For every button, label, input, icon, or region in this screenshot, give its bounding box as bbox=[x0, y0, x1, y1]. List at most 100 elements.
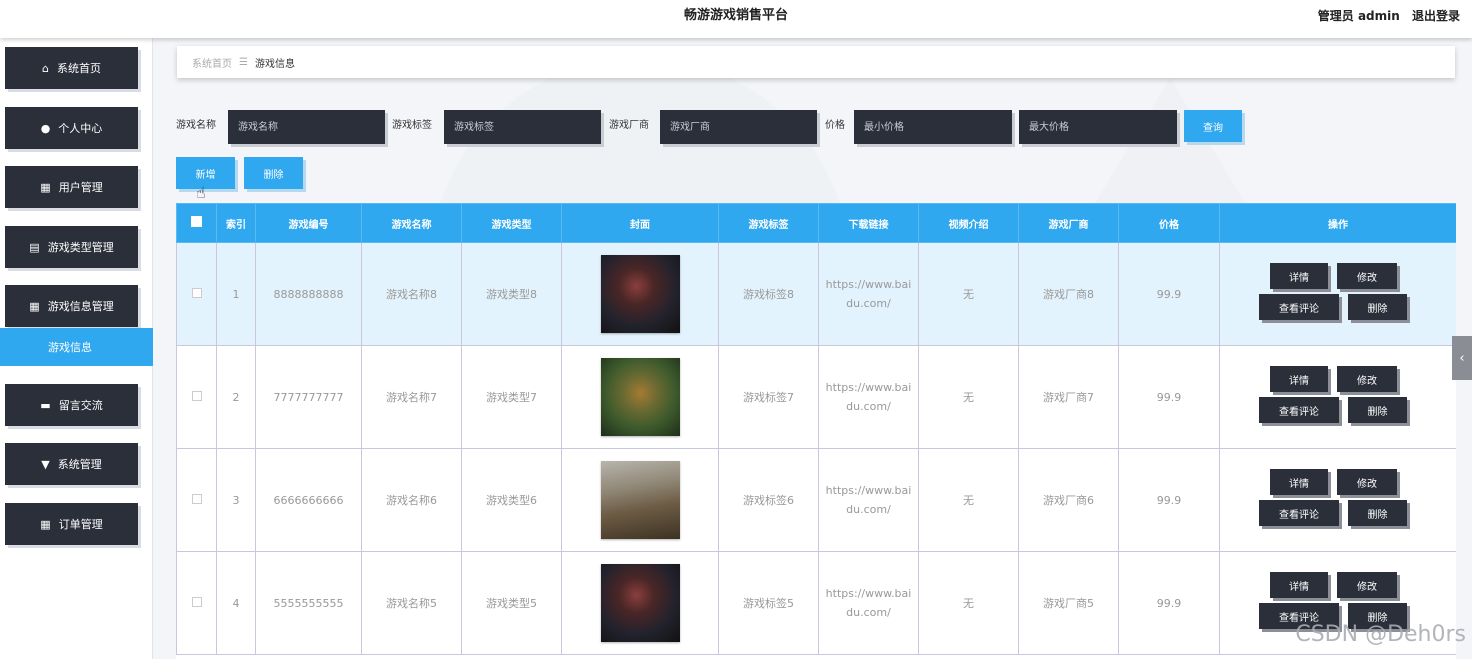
home-icon: ⌂ bbox=[42, 61, 49, 75]
game-tag-input[interactable] bbox=[444, 110, 601, 144]
cover-image bbox=[600, 461, 680, 539]
query-button[interactable]: 查询 bbox=[1184, 110, 1242, 142]
detail-button[interactable]: 详情 bbox=[1270, 263, 1328, 289]
game-code-cell: 6666666666 bbox=[255, 448, 362, 552]
game-name-cell: 游戏名称8 bbox=[361, 242, 462, 346]
main-content: 系统首页 ☰ 游戏信息 游戏名称 游戏标签 游戏厂商 价格 查询 新增 删除 ☝… bbox=[160, 38, 1472, 659]
edit-button[interactable]: 修改 bbox=[1337, 572, 1397, 598]
download-link: https://www.baidu.com/ bbox=[825, 484, 912, 516]
cover-image bbox=[600, 358, 680, 436]
vendor-cell: 游戏厂商5 bbox=[1018, 551, 1119, 655]
row-select-cell bbox=[176, 345, 217, 449]
collapse-tab-icon[interactable]: ‹ bbox=[1452, 336, 1472, 380]
sidebar-item-label: 系统管理 bbox=[57, 458, 102, 471]
table-row[interactable]: 3 6666666666 游戏名称6 游戏类型6 游戏标签6 https://w… bbox=[176, 448, 1456, 552]
row-select-cell bbox=[176, 448, 217, 552]
game-type-cell: 游戏类型5 bbox=[461, 551, 562, 655]
row-checkbox[interactable] bbox=[191, 287, 202, 298]
vendor-cell: 游戏厂商6 bbox=[1018, 448, 1119, 552]
cover-cell bbox=[561, 345, 719, 449]
sidebar-item-home[interactable]: ⌂ 系统首页 bbox=[5, 47, 138, 89]
cover-cell bbox=[561, 551, 719, 655]
row-checkbox[interactable] bbox=[191, 493, 202, 504]
row-delete-button[interactable]: 删除 bbox=[1348, 500, 1407, 526]
sidebar-item-users[interactable]: ▦ 用户管理 bbox=[5, 166, 138, 208]
column-header: 价格 bbox=[1118, 203, 1220, 243]
sidebar-item-label: 个人中心 bbox=[58, 122, 103, 135]
game-type-cell: 游戏类型6 bbox=[461, 448, 562, 552]
sidebar-item-game-types[interactable]: ▤ 游戏类型管理 bbox=[5, 226, 138, 268]
max-price-input[interactable] bbox=[1019, 110, 1177, 144]
index-cell: 1 bbox=[216, 242, 256, 346]
app-title: 畅游游戏销售平台 bbox=[683, 8, 788, 23]
cover-image bbox=[600, 255, 680, 333]
column-header: 索引 bbox=[216, 203, 256, 243]
edit-button[interactable]: 修改 bbox=[1337, 469, 1397, 495]
row-delete-button[interactable]: 删除 bbox=[1348, 397, 1407, 423]
game-type-cell: 游戏类型7 bbox=[461, 345, 562, 449]
cover-cell bbox=[561, 242, 719, 346]
table-row[interactable]: 2 7777777777 游戏名称7 游戏类型7 游戏标签7 https://w… bbox=[176, 345, 1456, 449]
column-header: 游戏厂商 bbox=[1018, 203, 1119, 243]
sidebar-item-game-info[interactable]: ▦ 游戏信息管理 bbox=[5, 285, 138, 327]
price-cell: 99.9 bbox=[1118, 242, 1220, 346]
table-row[interactable]: 1 8888888888 游戏名称8 游戏类型8 游戏标签8 https://w… bbox=[176, 242, 1456, 346]
user-icon: ● bbox=[40, 121, 51, 135]
row-delete-button[interactable]: 删除 bbox=[1348, 294, 1407, 320]
column-header: 游戏名称 bbox=[361, 203, 462, 243]
sidebar-item-label: 用户管理 bbox=[58, 181, 103, 194]
vendor-cell: 游戏厂商7 bbox=[1018, 345, 1119, 449]
breadcrumb: 系统首页 ☰ 游戏信息 bbox=[177, 46, 1455, 78]
actions-cell: 详情 修改 查看评论 删除 bbox=[1219, 345, 1456, 449]
game-code-cell: 8888888888 bbox=[255, 242, 362, 346]
user-label: 管理员 admin bbox=[1317, 9, 1400, 23]
sidebar-item-messages[interactable]: ▬ 留言交流 bbox=[5, 384, 138, 426]
game-tag-label: 游戏标签 bbox=[392, 120, 432, 131]
row-select-cell bbox=[176, 551, 217, 655]
select-all-checkbox[interactable] bbox=[191, 216, 202, 227]
table-row[interactable]: 4 5555555555 游戏名称5 游戏类型5 游戏标签5 https://w… bbox=[176, 551, 1456, 655]
chat-icon: ▬ bbox=[40, 398, 51, 412]
column-header: 游戏编号 bbox=[255, 203, 362, 243]
download-link-cell: https://www.baidu.com/ bbox=[818, 345, 919, 449]
game-name-cell: 游戏名称7 bbox=[361, 345, 462, 449]
column-header: 视频介绍 bbox=[918, 203, 1019, 243]
detail-button[interactable]: 详情 bbox=[1270, 366, 1328, 392]
download-link-cell: https://www.baidu.com/ bbox=[818, 242, 919, 346]
game-vendor-input[interactable] bbox=[660, 110, 817, 144]
edit-button[interactable]: 修改 bbox=[1337, 366, 1397, 392]
row-checkbox[interactable] bbox=[191, 390, 202, 401]
actions-cell: 详情 修改 查看评论 删除 bbox=[1219, 448, 1456, 552]
top-bar: 畅游游戏销售平台 管理员 admin 退出登录 bbox=[0, 0, 1472, 38]
grid-icon: ▦ bbox=[40, 517, 51, 531]
sidebar-subitem-game-info[interactable]: 游戏信息 bbox=[0, 328, 153, 366]
sidebar-item-profile[interactable]: ● 个人中心 bbox=[5, 107, 138, 149]
row-actions: 详情 修改 查看评论 删除 bbox=[1258, 362, 1418, 432]
download-link: https://www.baidu.com/ bbox=[825, 587, 912, 619]
index-cell: 3 bbox=[216, 448, 256, 552]
view-comments-button[interactable]: 查看评论 bbox=[1259, 500, 1339, 526]
game-type-cell: 游戏类型8 bbox=[461, 242, 562, 346]
video-cell: 无 bbox=[918, 551, 1019, 655]
game-tag-cell: 游戏标签8 bbox=[718, 242, 819, 346]
sidebar-item-label: 系统首页 bbox=[56, 62, 101, 75]
sidebar-item-orders[interactable]: ▦ 订单管理 bbox=[5, 503, 138, 545]
game-tag-cell: 游戏标签7 bbox=[718, 345, 819, 449]
download-link-cell: https://www.baidu.com/ bbox=[818, 448, 919, 552]
breadcrumb-home[interactable]: 系统首页 bbox=[192, 55, 232, 70]
sidebar-item-system[interactable]: ▼ 系统管理 bbox=[5, 443, 138, 485]
detail-button[interactable]: 详情 bbox=[1270, 572, 1328, 598]
min-price-input[interactable] bbox=[854, 110, 1012, 144]
edit-button[interactable]: 修改 bbox=[1337, 263, 1397, 289]
game-name-input[interactable] bbox=[228, 110, 385, 144]
delete-button[interactable]: 删除 bbox=[244, 157, 303, 189]
video-cell: 无 bbox=[918, 242, 1019, 346]
detail-button[interactable]: 详情 bbox=[1270, 469, 1328, 495]
video-cell: 无 bbox=[918, 448, 1019, 552]
game-tag-cell: 游戏标签5 bbox=[718, 551, 819, 655]
logout-link[interactable]: 退出登录 bbox=[1412, 9, 1460, 23]
view-comments-button[interactable]: 查看评论 bbox=[1259, 294, 1339, 320]
column-header: 封面 bbox=[561, 203, 719, 243]
view-comments-button[interactable]: 查看评论 bbox=[1259, 397, 1339, 423]
row-checkbox[interactable] bbox=[191, 596, 202, 607]
